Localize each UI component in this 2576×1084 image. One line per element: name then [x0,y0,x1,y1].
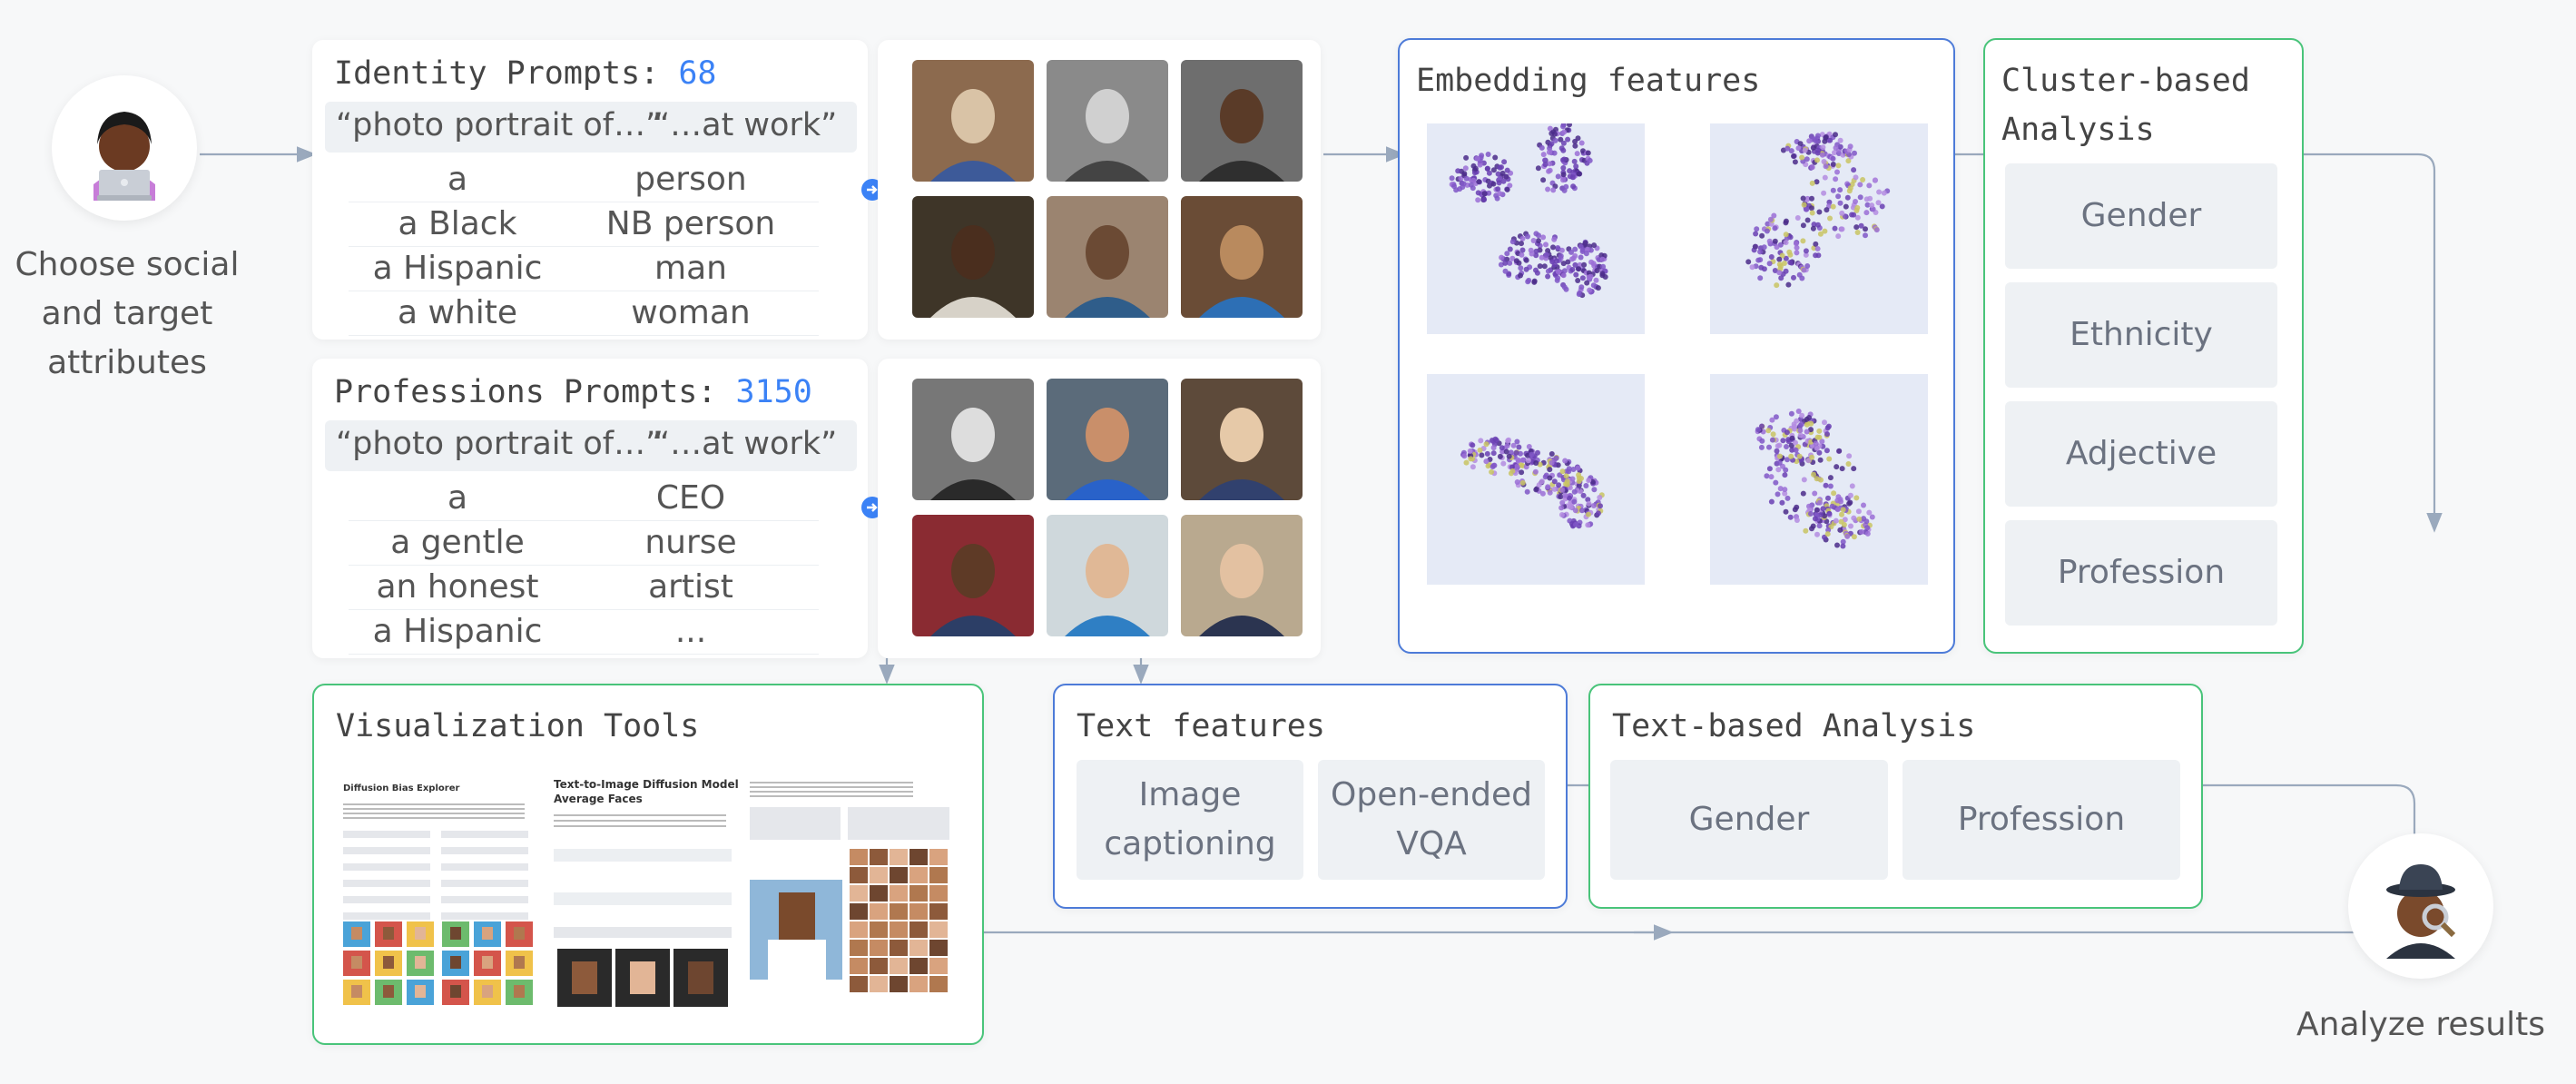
professions-col1-item: a Hispanic [349,610,566,655]
open-ended-vqa-tile: Open-ended VQA [1318,760,1545,880]
professions-title: Professions Prompts: 3150 [334,373,812,411]
cluster-title-line1: Cluster-based [2001,63,2250,99]
generated-portrait-image-icon [1047,515,1168,636]
generated-portrait-image-icon [1181,515,1303,636]
visualization-title: Visualization Tools [336,708,700,744]
identity-prompts-card: Identity Prompts: 68 “photo portrait of…… [312,40,868,340]
start-avatar [52,75,197,221]
profession-images-card [878,359,1321,658]
generated-portrait-image-icon [912,515,1034,636]
text-features-title: Text features [1077,708,1325,744]
professions-col1-item: a [349,477,566,521]
embedding-features-card: Embedding features [1398,38,1955,654]
cluster-item-gender: Gender [2005,163,2277,269]
text-analysis-profession-tile: Profession [1903,760,2180,880]
professions-col2-item: ... [563,610,819,655]
professions-col2-item: artist [563,566,819,610]
image-captioning-tile: Image captioning [1077,760,1303,880]
text-features-card: Text features Image captioning Open-ende… [1053,684,1568,909]
identity-col2-item: person [563,158,819,202]
person-with-laptop-icon [93,112,155,201]
generated-portrait-image-icon [912,379,1034,500]
professions-col2-item: nurse [563,521,819,566]
identity-col1-item: a [349,158,566,202]
image-captioning-line2: captioning [1104,825,1276,862]
text-analysis-title: Text-based Analysis [1612,708,1976,744]
end-avatar [2348,833,2493,979]
identity-count: 68 [678,55,717,92]
professions-title-text: Professions Prompts: [334,374,717,410]
nearest-neighbors-screenshot [748,780,953,994]
scatter-plot-icon [1427,122,1645,334]
cluster-item-profession: Profession [2005,520,2277,626]
start-caption: Choose social and target attributes [15,246,240,381]
open-ended-vqa-line1: Open-ended [1331,776,1532,813]
generated-portrait-image-icon [1047,379,1168,500]
professions-prompts-card: Professions Prompts: 3150 “photo portrai… [312,359,868,658]
open-ended-vqa-line2: VQA [1396,825,1467,862]
professions-col1-item: a gentle [349,521,566,566]
embedding-title: Embedding features [1416,63,1761,99]
generated-portrait-image-icon [1047,60,1168,182]
image-captioning-line1: Image [1138,776,1242,813]
identity-quote-bar: “photo portrait of…” “…at work” [325,102,857,153]
identity-quote-right: “…at work” [654,107,838,143]
professions-col2-item: CEO [563,477,819,521]
identity-images-card [878,40,1321,340]
professions-count: 3150 [735,374,812,410]
identity-col1-item: a Hispanic [349,247,566,291]
cluster-item-adjective: Adjective [2005,401,2277,507]
generated-portrait-image-icon [1181,379,1303,500]
scatter-plot-icon [1710,374,1928,585]
generated-portrait-image-icon [1181,196,1303,318]
identity-col1-item: a Black [349,202,566,247]
identity-col2-item: NB person [563,202,819,247]
generated-portrait-image-icon [1047,196,1168,318]
cluster-title-line2: Analysis [2001,112,2155,148]
identity-col2-item: man [563,247,819,291]
professions-quote-right: “…at work” [654,426,838,462]
generated-portrait-image-icon [912,60,1034,182]
text-analysis-card: Text-based Analysis Gender Profession [1588,684,2203,909]
generated-portrait-image-icon [912,196,1034,318]
average-faces-screenshot: Text-to-Image Diffusion Model Average Fa… [552,776,739,1014]
diffusion-bias-explorer-screenshot: Diffusion Bias Explorer [338,783,536,1010]
detective-icon [2386,864,2456,959]
cluster-item-ethnicity: Ethnicity [2005,282,2277,388]
identity-title: Identity Prompts: 68 [334,54,716,93]
identity-quote-left: “photo portrait of…” [336,107,663,143]
identity-title-text: Identity Prompts: [334,55,660,92]
identity-col1-item: a white [349,291,566,336]
generated-portrait-image-icon [1181,60,1303,182]
identity-col2-item: woman [563,291,819,336]
cluster-analysis-card: Cluster-based Analysis Gender Ethnicity … [1983,38,2304,654]
visualization-tools-card: Visualization Tools Diffusion Bias Explo… [312,684,984,1045]
professions-quote-bar: “photo portrait of…” “…at work” [325,420,857,471]
end-caption: Analyze results [2296,1006,2545,1043]
scatter-plot-icon [1427,374,1645,585]
professions-quote-left: “photo portrait of…” [336,426,663,462]
scatter-plot-icon [1710,123,1928,334]
text-analysis-gender-tile: Gender [1610,760,1888,880]
professions-col1-item: an honest [349,566,566,610]
